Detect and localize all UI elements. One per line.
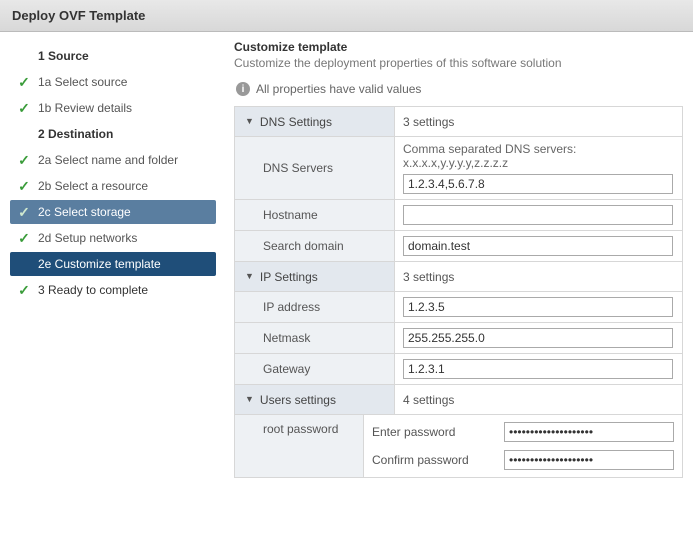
field-label: DNS Servers (263, 161, 333, 175)
field-label: Netmask (263, 331, 310, 345)
dialog-title: Deploy OVF Template (0, 0, 693, 32)
root-password-confirm-input[interactable] (504, 450, 674, 470)
step-3-ready[interactable]: ✓ 3 Ready to complete (10, 278, 216, 302)
field-label: Hostname (263, 208, 318, 222)
section-label: DNS Settings (260, 115, 332, 129)
field-label: IP address (263, 300, 320, 314)
wizard-sidebar: 1 Source ✓ 1a Select source ✓ 1b Review … (0, 32, 220, 533)
section-label: Users settings (260, 393, 336, 407)
page-subtitle: Customize the deployment properties of t… (234, 56, 683, 70)
step-1-source[interactable]: 1 Source (10, 44, 216, 68)
collapse-icon: ▼ (245, 116, 254, 126)
row-dns-servers: DNS Servers Comma separated DNS servers:… (235, 137, 682, 200)
check-icon: ✓ (16, 101, 32, 115)
check-icon: ✓ (16, 231, 32, 245)
enter-password-label: Enter password (372, 425, 492, 439)
section-ip[interactable]: ▼ IP Settings 3 settings (235, 262, 682, 292)
field-hint: Comma separated DNS servers: x.x.x.x,y.y… (403, 142, 674, 170)
check-icon: ✓ (16, 283, 32, 297)
main-panel: Customize template Customize the deploym… (220, 32, 693, 533)
gateway-input[interactable] (403, 359, 673, 379)
step-1a-select-source[interactable]: ✓ 1a Select source (10, 70, 216, 94)
collapse-icon: ▼ (245, 394, 254, 404)
collapse-icon: ▼ (245, 271, 254, 281)
step-label: 2 Destination (38, 127, 210, 141)
search-domain-input[interactable] (403, 236, 673, 256)
step-2d-setup-networks[interactable]: ✓ 2d Setup networks (10, 226, 216, 250)
step-2e-customize-template[interactable]: 2e Customize template (10, 252, 216, 276)
field-label: Gateway (263, 362, 310, 376)
step-label: 2d Setup networks (38, 231, 210, 245)
section-label: IP Settings (260, 270, 318, 284)
check-icon: ✓ (16, 179, 32, 193)
row-ip-address: IP address (235, 292, 682, 323)
step-1b-review-details[interactable]: ✓ 1b Review details (10, 96, 216, 120)
page-title: Customize template (234, 40, 683, 54)
section-count: 3 settings (403, 270, 674, 284)
step-label: 1a Select source (38, 75, 210, 89)
validation-status: i All properties have valid values (236, 82, 683, 96)
row-root-password: root password Enter password Confirm pas… (235, 415, 682, 478)
check-icon: ✓ (16, 205, 32, 219)
section-count: 3 settings (403, 115, 674, 129)
root-password-input[interactable] (504, 422, 674, 442)
dns-servers-input[interactable] (403, 174, 673, 194)
check-icon: ✓ (16, 153, 32, 167)
section-count: 4 settings (403, 393, 674, 407)
row-netmask: Netmask (235, 323, 682, 354)
step-2b-select-resource[interactable]: ✓ 2b Select a resource (10, 174, 216, 198)
section-dns[interactable]: ▼ DNS Settings 3 settings (235, 107, 682, 137)
hostname-input[interactable] (403, 205, 673, 225)
field-label: Search domain (263, 239, 344, 253)
step-label: 2c Select storage (38, 205, 210, 219)
properties-form: ▼ DNS Settings 3 settings DNS Servers Co… (234, 106, 683, 478)
step-label: 2b Select a resource (38, 179, 210, 193)
step-2a-select-name[interactable]: ✓ 2a Select name and folder (10, 148, 216, 172)
row-search-domain: Search domain (235, 231, 682, 262)
step-label: 2a Select name and folder (38, 153, 210, 167)
section-users[interactable]: ▼ Users settings 4 settings (235, 385, 682, 415)
step-label: 1b Review details (38, 101, 210, 115)
row-gateway: Gateway (235, 354, 682, 385)
step-2-destination[interactable]: 2 Destination (10, 122, 216, 146)
field-label: root password (263, 422, 338, 436)
check-icon: ✓ (16, 75, 32, 89)
ip-address-input[interactable] (403, 297, 673, 317)
step-label: 2e Customize template (38, 257, 210, 271)
row-hostname: Hostname (235, 200, 682, 231)
confirm-password-label: Confirm password (372, 453, 492, 467)
step-label: 1 Source (38, 49, 210, 63)
step-2c-select-storage[interactable]: ✓ 2c Select storage (10, 200, 216, 224)
info-icon: i (236, 82, 250, 96)
step-label: 3 Ready to complete (38, 283, 210, 297)
netmask-input[interactable] (403, 328, 673, 348)
validation-text: All properties have valid values (256, 82, 421, 96)
